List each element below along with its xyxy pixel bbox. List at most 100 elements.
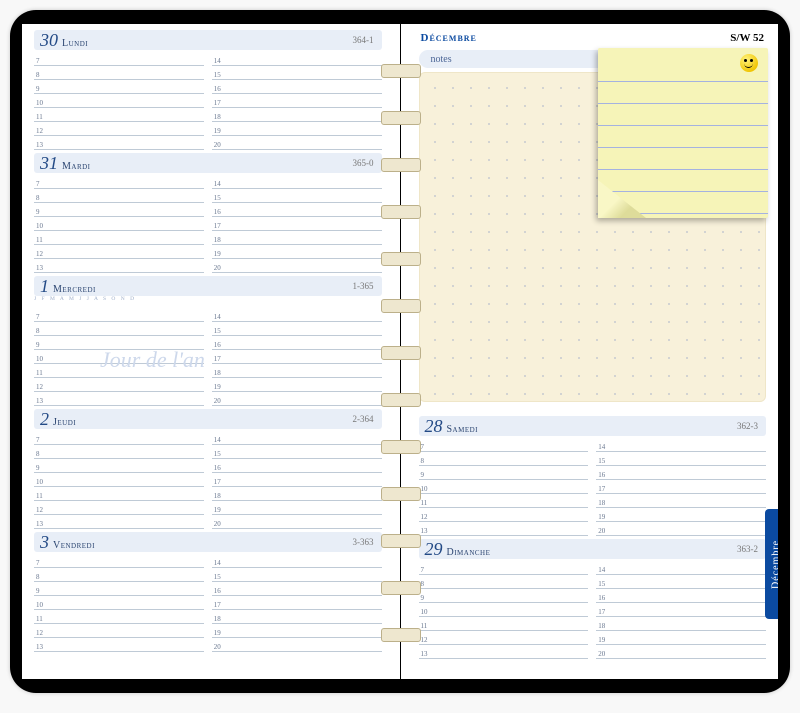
hour-slot[interactable]: 8 [34, 189, 204, 203]
hour-slot[interactable]: 8 [419, 575, 589, 589]
hour-slot[interactable]: 19 [212, 624, 382, 638]
hour-slot[interactable]: 20 [212, 638, 382, 652]
hour-slot[interactable]: 14 [596, 438, 766, 452]
hour-slot[interactable]: 17 [212, 94, 382, 108]
hour-slot[interactable]: 17 [596, 603, 766, 617]
hour-slot[interactable]: 7 [419, 438, 589, 452]
hour-slot[interactable]: 12 [419, 631, 589, 645]
hour-slot[interactable]: 20 [212, 259, 382, 273]
hour-slot[interactable]: 11 [34, 610, 204, 624]
hour-slot[interactable]: 12 [34, 122, 204, 136]
hour-slot[interactable]: 9 [34, 336, 204, 350]
hour-slot[interactable]: 13 [34, 638, 204, 652]
hour-slot[interactable]: 19 [596, 631, 766, 645]
hour-slot[interactable]: 11 [34, 487, 204, 501]
hour-grid[interactable]: 7891011121314151617181920 [34, 308, 382, 406]
hour-slot[interactable]: 17 [212, 217, 382, 231]
hour-slot[interactable]: 15 [212, 568, 382, 582]
hour-slot[interactable]: 10 [419, 603, 589, 617]
hour-slot[interactable]: 9 [419, 589, 589, 603]
hour-grid[interactable]: 78910111213 14151617181920 [34, 431, 382, 529]
hour-slot[interactable]: 14 [212, 431, 382, 445]
hour-slot[interactable]: 12 [419, 508, 589, 522]
hour-slot[interactable]: 10 [34, 473, 204, 487]
hour-slot[interactable]: 15 [212, 66, 382, 80]
hour-slot[interactable]: 8 [34, 66, 204, 80]
hour-slot[interactable]: 12 [34, 378, 204, 392]
hour-slot[interactable]: 20 [596, 645, 766, 659]
hour-slot[interactable]: 10 [34, 350, 204, 364]
hour-slot[interactable]: 13 [34, 515, 204, 529]
hour-slot[interactable]: 8 [34, 568, 204, 582]
hour-grid[interactable]: 78910111213 14151617181920 [34, 52, 382, 150]
hour-slot[interactable]: 18 [212, 231, 382, 245]
hour-slot[interactable]: 16 [596, 466, 766, 480]
hour-slot[interactable]: 8 [419, 452, 589, 466]
hour-slot[interactable]: 19 [212, 501, 382, 515]
hour-slot[interactable]: 12 [34, 624, 204, 638]
hour-slot[interactable]: 9 [34, 203, 204, 217]
hour-slot[interactable]: 20 [212, 136, 382, 150]
hour-slot[interactable]: 10 [419, 480, 589, 494]
hour-slot[interactable]: 16 [212, 80, 382, 94]
hour-slot[interactable]: 14 [212, 308, 382, 322]
hour-grid[interactable]: 7891011121314151617181920 [34, 175, 382, 273]
hour-slot[interactable]: 7 [34, 554, 204, 568]
hour-slot[interactable]: 16 [212, 459, 382, 473]
hour-slot[interactable]: 18 [212, 108, 382, 122]
hour-slot[interactable]: 19 [212, 122, 382, 136]
hour-slot[interactable]: 16 [212, 203, 382, 217]
hour-grid[interactable]: 7891011121314151617181920 [419, 561, 767, 659]
hour-slot[interactable]: 15 [212, 189, 382, 203]
hour-slot[interactable]: 11 [34, 364, 204, 378]
hour-slot[interactable]: 12 [34, 245, 204, 259]
hour-slot[interactable]: 17 [212, 350, 382, 364]
hour-slot[interactable]: 13 [34, 136, 204, 150]
hour-slot[interactable]: 17 [212, 596, 382, 610]
hour-slot[interactable]: 9 [34, 80, 204, 94]
hour-slot[interactable]: 18 [596, 617, 766, 631]
hour-slot[interactable]: 14 [212, 52, 382, 66]
hour-slot[interactable]: 16 [596, 589, 766, 603]
hour-slot[interactable]: 10 [34, 217, 204, 231]
hour-slot[interactable]: 20 [212, 515, 382, 529]
hour-slot[interactable]: 15 [596, 452, 766, 466]
hour-slot[interactable]: 10 [34, 94, 204, 108]
hour-slot[interactable]: 7 [34, 52, 204, 66]
hour-slot[interactable]: 11 [419, 494, 589, 508]
hour-slot[interactable]: 19 [212, 245, 382, 259]
hour-slot[interactable]: 9 [34, 582, 204, 596]
sticky-note[interactable] [598, 48, 768, 218]
hour-slot[interactable]: 11 [34, 108, 204, 122]
hour-slot[interactable]: 18 [212, 610, 382, 624]
hour-slot[interactable]: 9 [419, 466, 589, 480]
hour-slot[interactable]: 13 [419, 645, 589, 659]
hour-slot[interactable]: 15 [212, 322, 382, 336]
hour-slot[interactable]: 13 [419, 522, 589, 536]
hour-slot[interactable]: 17 [212, 473, 382, 487]
hour-slot[interactable]: 9 [34, 459, 204, 473]
hour-slot[interactable]: 14 [596, 561, 766, 575]
hour-slot[interactable]: 15 [212, 445, 382, 459]
hour-slot[interactable]: 20 [212, 392, 382, 406]
hour-slot[interactable]: 13 [34, 392, 204, 406]
hour-slot[interactable]: 8 [34, 322, 204, 336]
hour-grid[interactable]: 78910111213 14151617181920 [419, 438, 767, 536]
hour-slot[interactable]: 14 [212, 175, 382, 189]
month-tab[interactable]: Décembre [765, 509, 778, 619]
hour-slot[interactable]: 7 [34, 431, 204, 445]
hour-slot[interactable]: 7 [34, 308, 204, 322]
hour-slot[interactable]: 20 [596, 522, 766, 536]
hour-slot[interactable]: 10 [34, 596, 204, 610]
hour-slot[interactable]: 13 [34, 259, 204, 273]
hour-slot[interactable]: 8 [34, 445, 204, 459]
hour-slot[interactable]: 19 [596, 508, 766, 522]
hour-slot[interactable]: 18 [596, 494, 766, 508]
hour-slot[interactable]: 18 [212, 487, 382, 501]
hour-slot[interactable]: 12 [34, 501, 204, 515]
hour-slot[interactable]: 18 [212, 364, 382, 378]
hour-slot[interactable]: 11 [34, 231, 204, 245]
hour-slot[interactable]: 17 [596, 480, 766, 494]
hour-slot[interactable]: 16 [212, 582, 382, 596]
hour-slot[interactable]: 19 [212, 378, 382, 392]
